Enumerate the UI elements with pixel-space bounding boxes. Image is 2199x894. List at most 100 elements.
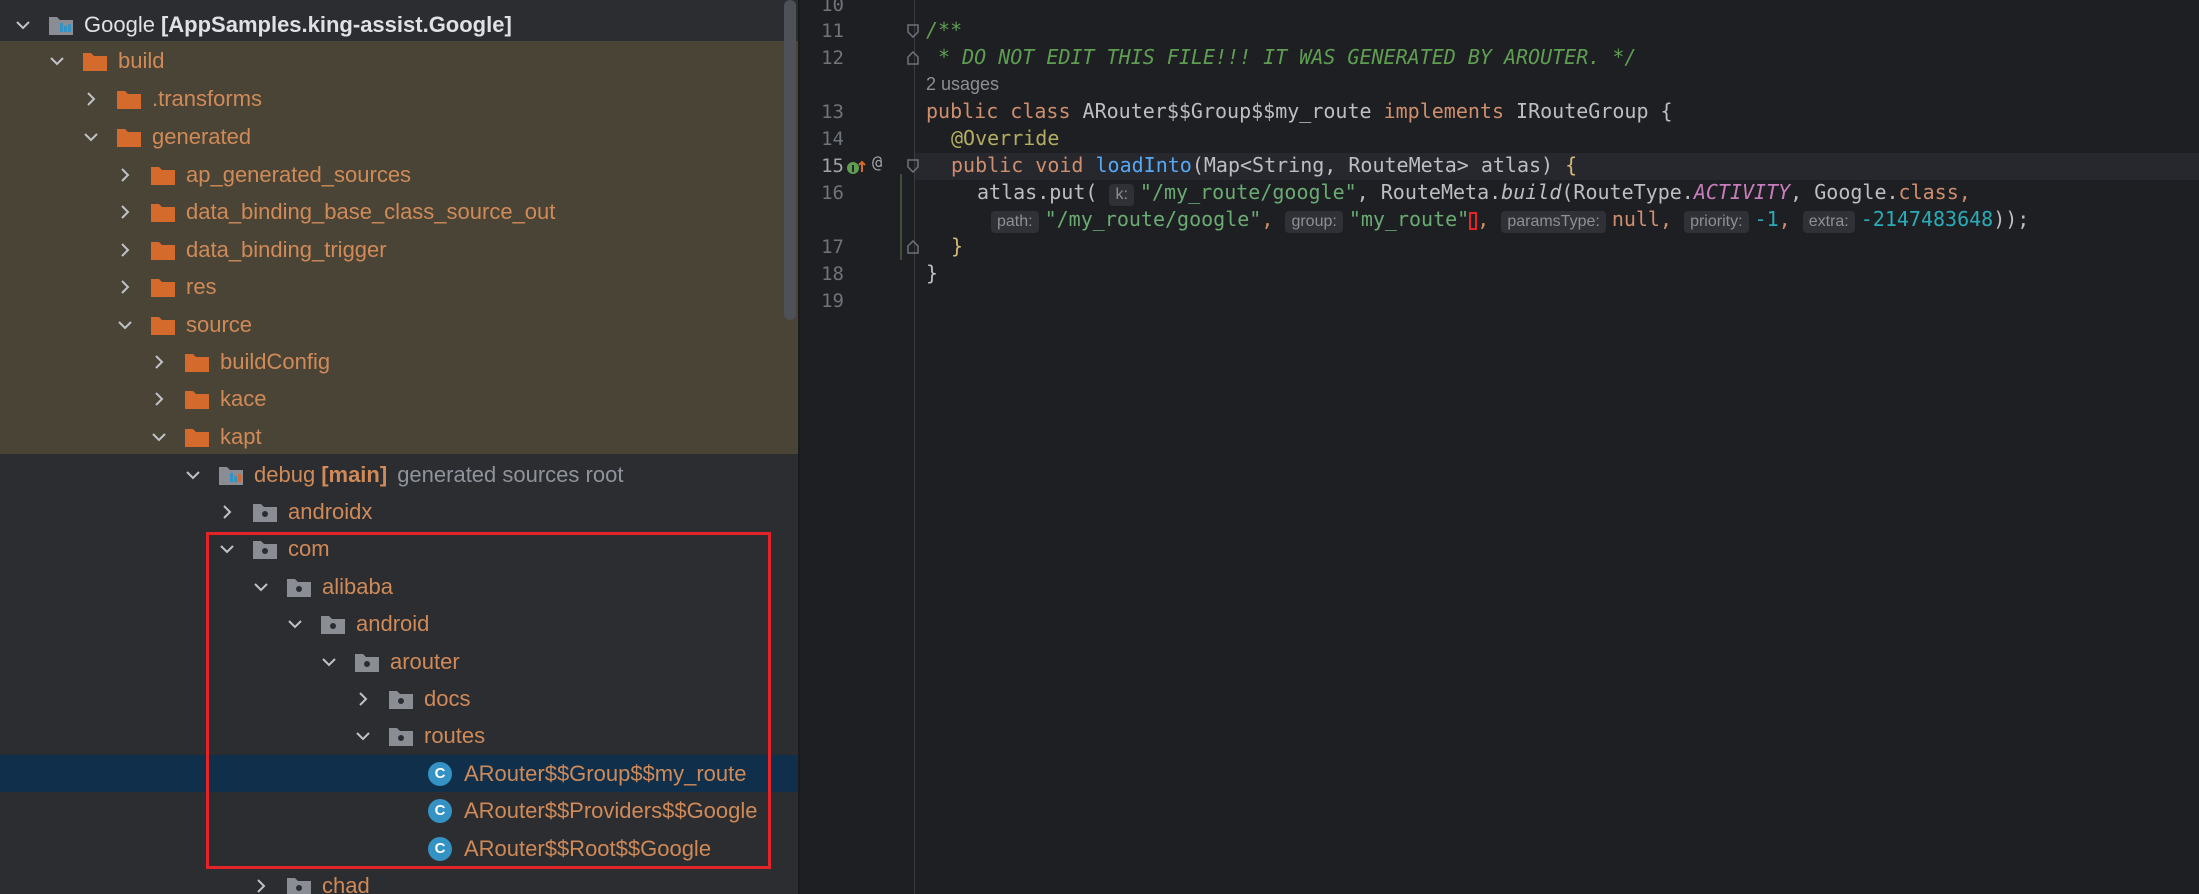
tree-item-arouter[interactable]: arouter (0, 643, 798, 680)
code-token: "/my_route/google" (1139, 180, 1357, 204)
code-token: * DO NOT EDIT THIS FILE!!! IT WAS GENERA… (926, 45, 1637, 69)
tree-item-kapt[interactable]: kapt (0, 418, 798, 455)
folder-icon (150, 314, 176, 336)
line-number: 18 (821, 263, 844, 285)
tree-item-label: com (288, 535, 330, 561)
chevron-right-icon[interactable] (252, 877, 270, 894)
tree-item-build[interactable]: build (0, 42, 798, 79)
tree-item-label: kace (220, 385, 267, 411)
chevron-down-icon[interactable] (184, 466, 202, 484)
tree-item-res[interactable]: res (0, 268, 798, 305)
tree-item-androidx[interactable]: androidx (0, 493, 798, 530)
tree-item-label: android (356, 610, 430, 636)
tree-item-label: buildConfig (220, 348, 331, 374)
tree-item-com[interactable]: com (0, 530, 798, 567)
chevron-right-icon[interactable] (116, 203, 134, 221)
chevron-down-icon[interactable] (252, 578, 270, 596)
tree-item-note: generated sources root (397, 461, 624, 487)
tree-item-label: ARouter$$Group$$my_route (464, 760, 747, 786)
chevron-down-icon[interactable] (14, 16, 32, 34)
line-number: 11 (821, 20, 844, 42)
code-token: ARouter$$Group$$my_route (1070, 99, 1384, 123)
chevron-right-icon[interactable] (150, 353, 168, 371)
code-token: IRouteGroup { (1504, 99, 1673, 123)
tree-item-debug[interactable]: debug [main] generated sources root (0, 456, 798, 493)
chevron-down-icon[interactable] (150, 428, 168, 446)
tree-item-chad[interactable]: chad (0, 867, 798, 894)
chevron-down-icon[interactable] (218, 540, 236, 558)
tree-item-generated[interactable]: generated (0, 118, 798, 155)
tree-item-transforms[interactable]: .transforms (0, 80, 798, 117)
code-token: /** (926, 18, 963, 42)
folder-icon (150, 164, 176, 186)
code-token: public (951, 153, 1024, 177)
line-number: 15 (821, 155, 844, 177)
project-tree: Google [AppSamples.king-assist.Google] b… (0, 0, 798, 894)
code-token: , (1261, 207, 1274, 231)
package-icon (286, 875, 312, 894)
chevron-right-icon[interactable] (150, 390, 168, 408)
tree-item-ap-generated-sources[interactable]: ap_generated_sources (0, 156, 798, 193)
chevron-right-icon[interactable] (116, 166, 134, 184)
chevron-right-icon[interactable] (354, 690, 372, 708)
tree-item-group-my-route[interactable]: C ARouter$$Group$$my_route (0, 755, 798, 792)
gutter-separator (914, 0, 915, 894)
at-annotation-icon[interactable]: @ (872, 153, 882, 173)
code-editor[interactable]: 10 11 12 13 14 15 16 17 18 19 I @ /** * … (800, 0, 2199, 894)
fold-end-icon[interactable] (906, 51, 920, 65)
fold-end-icon[interactable] (906, 240, 920, 254)
implements-method-icon[interactable]: I (846, 158, 868, 178)
tree-item-docs[interactable]: docs (0, 680, 798, 717)
folder-icon (150, 276, 176, 298)
tree-item-label: generated (152, 123, 252, 149)
tree-scrollbar[interactable] (784, 0, 796, 320)
chevron-down-icon[interactable] (82, 128, 100, 146)
chevron-right-icon[interactable] (218, 503, 236, 521)
code-token: , (1778, 207, 1791, 231)
tree-item-android[interactable]: android (0, 605, 798, 642)
chevron-down-icon[interactable] (286, 615, 304, 633)
package-icon (252, 538, 278, 560)
code-token: (Map<String, RouteMeta> atlas) (1191, 153, 1566, 177)
tree-item-buildconfig[interactable]: buildConfig (0, 343, 798, 380)
tree-item-source[interactable]: source (0, 306, 798, 343)
chevron-right-icon[interactable] (82, 90, 100, 108)
line-number: 14 (821, 128, 844, 150)
fold-marker-icon[interactable] (906, 24, 920, 38)
tree-item-data-binding-trigger[interactable]: data_binding_trigger (0, 231, 798, 268)
code-line-14: @Override (951, 125, 1059, 152)
tree-item-label: ARouter$$Providers$$Google (464, 797, 758, 823)
package-icon (388, 688, 414, 710)
chevron-down-icon[interactable] (48, 52, 66, 70)
package-icon (388, 725, 414, 747)
fold-marker-icon[interactable] (906, 159, 920, 173)
package-icon (252, 501, 278, 523)
folder-icon (150, 239, 176, 261)
code-token: , (1477, 207, 1490, 231)
code-token: build (1501, 180, 1562, 204)
tree-item-root-google[interactable]: C ARouter$$Root$$Google (0, 830, 798, 867)
param-hint: group: (1285, 211, 1343, 233)
chevron-down-icon[interactable] (354, 727, 372, 745)
source-root-icon (218, 464, 244, 486)
tree-item-alibaba[interactable]: alibaba (0, 568, 798, 605)
chevron-right-icon[interactable] (116, 241, 134, 259)
tree-root-google[interactable]: Google [AppSamples.king-assist.Google] (0, 6, 798, 43)
package-icon (320, 613, 346, 635)
chevron-down-icon[interactable] (116, 316, 134, 334)
line-number: 12 (821, 47, 844, 69)
tree-item-kace[interactable]: kace (0, 380, 798, 417)
tree-item-label: build (118, 47, 165, 73)
chevron-down-icon[interactable] (320, 653, 338, 671)
param-hint: extra: (1802, 211, 1855, 233)
code-line-13: public class ARouter$$Group$$my_route im… (926, 98, 1673, 125)
tree-item-data-binding-base[interactable]: data_binding_base_class_source_out (0, 193, 798, 230)
chevron-right-icon[interactable] (116, 278, 134, 296)
tree-item-label: debug (254, 461, 316, 487)
tree-item-providers-google[interactable]: C ARouter$$Providers$$Google (0, 792, 798, 829)
code-line-12: * DO NOT EDIT THIS FILE!!! IT WAS GENERA… (926, 44, 1636, 71)
code-token: } (926, 261, 939, 285)
usages-hint[interactable]: 2 usages (926, 74, 999, 95)
tree-item-routes[interactable]: routes (0, 717, 798, 754)
svg-text:I: I (851, 164, 855, 175)
